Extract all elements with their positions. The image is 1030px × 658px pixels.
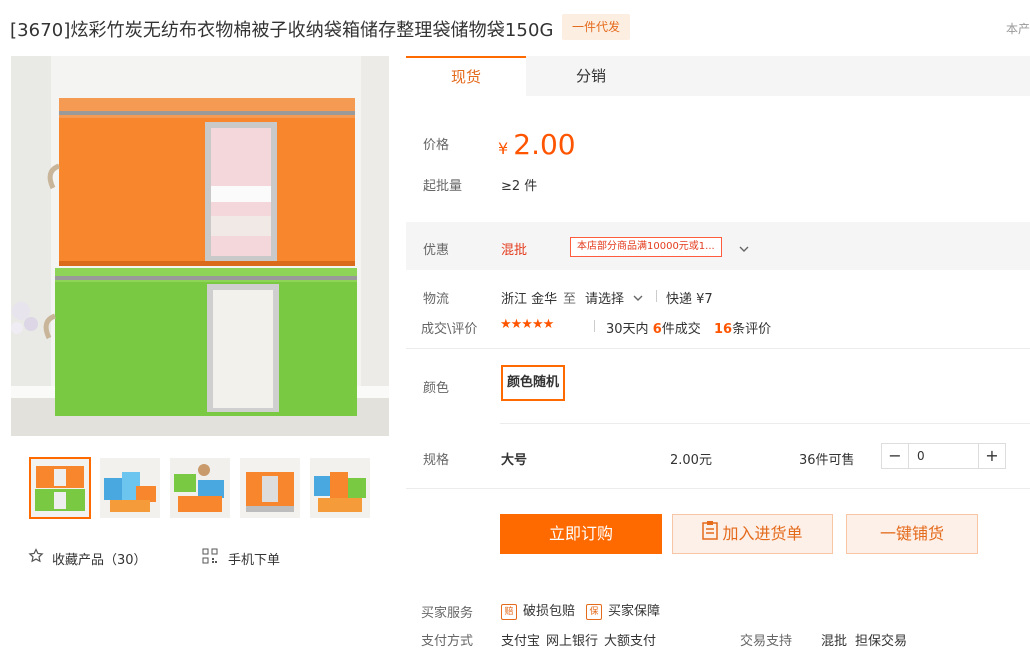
color-option[interactable]: 颜色随机: [501, 365, 565, 401]
spec-stock: 36件可售: [799, 453, 855, 468]
thumbnail-4[interactable]: [240, 458, 300, 518]
moq-label: 起批量: [423, 179, 463, 194]
service-item-label: 破损包赔: [523, 604, 576, 619]
thumbnail-2[interactable]: [100, 458, 160, 518]
qr-code-icon: [202, 548, 218, 568]
review-count: 16: [714, 322, 733, 337]
logistics-label: 物流: [423, 292, 450, 307]
price-label: 价格: [423, 138, 450, 153]
trade-escrow: 担保交易: [855, 634, 908, 649]
promo-label: 优惠: [423, 243, 450, 258]
clipboard-icon: [702, 516, 719, 554]
divider: [594, 320, 595, 332]
quantity-input[interactable]: 0: [908, 444, 979, 468]
dropship-badge: 一件代发: [562, 14, 630, 40]
payment-online-bank: 网上银行: [546, 634, 599, 649]
express-fee: 快递 ¥7: [666, 292, 713, 307]
price-display: ¥ 2.00: [498, 128, 576, 161]
thumbnail-5[interactable]: [310, 458, 370, 518]
one-click-list-button[interactable]: 一键铺货: [846, 514, 978, 554]
ship-origin: 浙江 金华: [501, 292, 558, 307]
main-product-image[interactable]: [11, 56, 389, 436]
payment-alipay: 支付宝: [501, 634, 541, 649]
offer-tabs: 现货 分销: [406, 56, 1030, 96]
protection-icon: 保: [586, 603, 602, 620]
moq-value: ≥2 件: [501, 179, 538, 194]
storage-bags-illustration: [11, 56, 389, 436]
thumbnail-1[interactable]: [29, 457, 91, 519]
service-item-label: 买家保障: [608, 604, 661, 619]
rating-stars: ★★★★★: [500, 317, 554, 332]
chevron-down-icon[interactable]: [738, 240, 750, 259]
sales-summary[interactable]: 30天内 6件成交: [606, 318, 701, 337]
mobile-order[interactable]: 手机下单: [202, 548, 280, 568]
divider: [656, 290, 657, 302]
product-title: [3670]炫彩竹炭无纺布衣物棉被子收纳袋箱储存整理袋储物袋150G: [10, 20, 554, 41]
favorite-product[interactable]: 收藏产品（30）: [28, 548, 147, 568]
tab-in-stock[interactable]: 现货: [406, 56, 526, 96]
review-suffix: 条评价: [732, 322, 772, 337]
favorite-label: 收藏产品（30）: [52, 552, 147, 568]
order-now-button[interactable]: 立即订购: [500, 514, 662, 554]
thumbnail-3[interactable]: [170, 458, 230, 518]
destination-select[interactable]: 请选择: [585, 288, 624, 307]
increment-button[interactable]: +: [979, 444, 1005, 468]
chevron-down-icon[interactable]: [632, 289, 644, 308]
promo-tag[interactable]: 本店部分商品满10000元或1...: [570, 237, 722, 257]
trade-mixed-batch: 混批: [821, 634, 848, 649]
promo-type: 混批: [501, 243, 528, 258]
sales-prefix: 30天内: [606, 322, 649, 337]
spec-price: 2.00元: [670, 453, 712, 468]
add-to-cart-button[interactable]: 加入进货单: [672, 514, 833, 554]
sales-suffix: 件成交: [661, 322, 701, 337]
star-outline-icon: [28, 548, 44, 568]
add-to-cart-label: 加入进货单: [722, 524, 803, 543]
trade-support-label: 交易支持: [740, 634, 793, 649]
to-word: 至: [563, 292, 577, 307]
service-buyer-protection[interactable]: 保买家保障: [586, 600, 660, 620]
mobile-order-label: 手机下单: [228, 552, 281, 568]
color-label: 颜色: [423, 381, 450, 396]
cut-off-text: 本产: [1006, 22, 1030, 36]
spec-name: 大号: [501, 453, 528, 468]
divider: [406, 488, 1030, 489]
reviews-label: 成交\评价: [421, 322, 478, 337]
currency-symbol: ¥: [498, 139, 509, 158]
compensation-icon: 赔: [501, 603, 517, 620]
divider: [500, 423, 1030, 424]
sales-count: 6: [652, 322, 662, 337]
quantity-stepper: − 0 +: [881, 443, 1006, 469]
payment-large-amount: 大额支付: [604, 634, 657, 649]
price-value: 2.00: [513, 128, 576, 161]
decrement-button[interactable]: −: [882, 444, 908, 468]
service-damage-compensation[interactable]: 赔破损包赔: [501, 600, 575, 620]
divider: [406, 348, 1030, 349]
payment-label: 支付方式: [421, 634, 474, 649]
review-summary[interactable]: 16条评价: [714, 318, 771, 337]
buyer-service-label: 买家服务: [421, 606, 474, 621]
spec-label: 规格: [423, 453, 450, 468]
tab-distribution[interactable]: 分销: [526, 56, 656, 96]
